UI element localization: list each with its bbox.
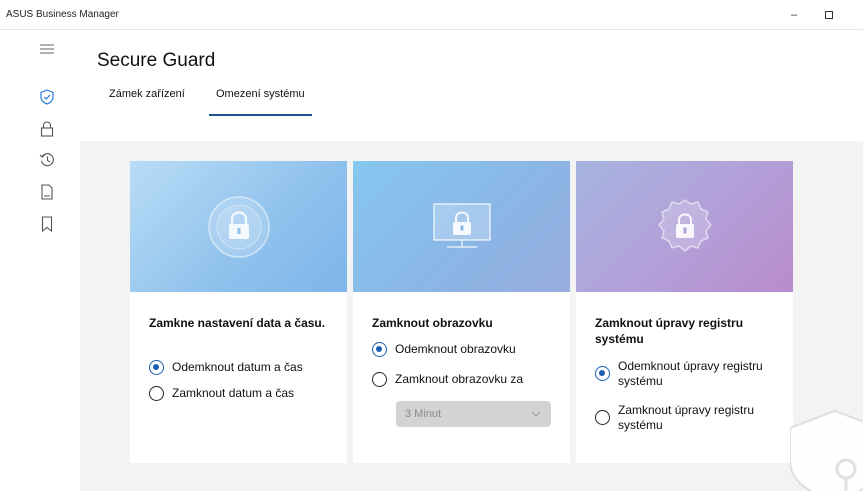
lock-icon[interactable] [38, 120, 56, 138]
card-title: Zamknout obrazovku [372, 316, 493, 330]
maximize-icon [825, 11, 833, 19]
gear-lock-icon [657, 198, 712, 252]
radio-label: Odemknout úpravy registru systému [618, 359, 763, 388]
minimize-icon: – [790, 9, 798, 21]
monitor-lock-icon [432, 202, 491, 248]
registry-lock-card: Zamknout úpravy registru systému Odemkno… [576, 161, 793, 463]
screen-lock-illustration [353, 161, 570, 292]
page-header: Secure Guard Zámek zařízení Omezení syst… [80, 30, 863, 141]
radio-label: Zamknout obrazovku za [395, 372, 524, 386]
radio-unlock-screen[interactable]: Odemknout obrazovku [372, 342, 555, 357]
shield-check-icon[interactable] [38, 88, 56, 106]
app-title: ASUS Business Manager [6, 9, 119, 20]
radio-lock-screen-after[interactable]: Zamknout obrazovku za [372, 372, 555, 387]
date-time-lock-card: Zamkne nastavení data a času. Odemknout … [130, 161, 347, 463]
radio-button-checked[interactable] [149, 360, 164, 375]
radio-lock-date-time[interactable]: Zamknout datum a čas [149, 386, 332, 401]
radio-unlock-date-time[interactable]: Odemknout datum a čas [149, 360, 332, 375]
screen-lock-card: Zamknout obrazovku Odemknout obrazovku Z… [353, 161, 570, 463]
shield-decoration-icon [790, 409, 863, 491]
bookmark-icon[interactable] [38, 215, 56, 233]
radio-label: Odemknout obrazovku [395, 342, 516, 356]
dropdown-value: 3 Minut [405, 408, 442, 420]
radio-button[interactable] [595, 410, 610, 425]
radio-lock-registry[interactable]: Zamknout úpravy registru systému [595, 403, 773, 433]
card-title: Zamknout úpravy registru systému [595, 316, 744, 346]
radio-button-checked[interactable] [595, 366, 610, 381]
radio-label: Zamknout úpravy registru systému [618, 403, 755, 432]
tab-system-restrictions[interactable]: Omezení systému [209, 88, 312, 116]
hamburger-menu-icon[interactable] [38, 40, 56, 58]
radio-button[interactable] [149, 386, 164, 401]
radio-label: Odemknout datum a čas [172, 360, 303, 374]
radio-label: Zamknout datum a čas [172, 386, 295, 400]
radio-button-checked[interactable] [372, 342, 387, 357]
history-icon[interactable] [38, 151, 56, 169]
document-icon[interactable] [38, 183, 56, 201]
sidebar [0, 30, 80, 491]
chevron-down-icon [531, 411, 541, 417]
title-bar: ASUS Business Manager – [0, 0, 863, 30]
minimize-button[interactable]: – [782, 6, 806, 24]
card-title: Zamkne nastavení data a času. [149, 316, 326, 330]
main-content: Secure Guard Zámek zařízení Omezení syst… [80, 30, 863, 491]
page-title: Secure Guard [97, 50, 216, 71]
date-time-lock-illustration [130, 161, 347, 292]
clock-lock-icon [207, 195, 270, 258]
maximize-button[interactable] [817, 6, 841, 24]
radio-button[interactable] [372, 372, 387, 387]
lock-delay-dropdown[interactable]: 3 Minut [396, 401, 551, 427]
radio-unlock-registry[interactable]: Odemknout úpravy registru systému [595, 359, 773, 389]
tab-device-lock[interactable]: Zámek zařízení [109, 88, 185, 116]
registry-lock-illustration [576, 161, 793, 292]
